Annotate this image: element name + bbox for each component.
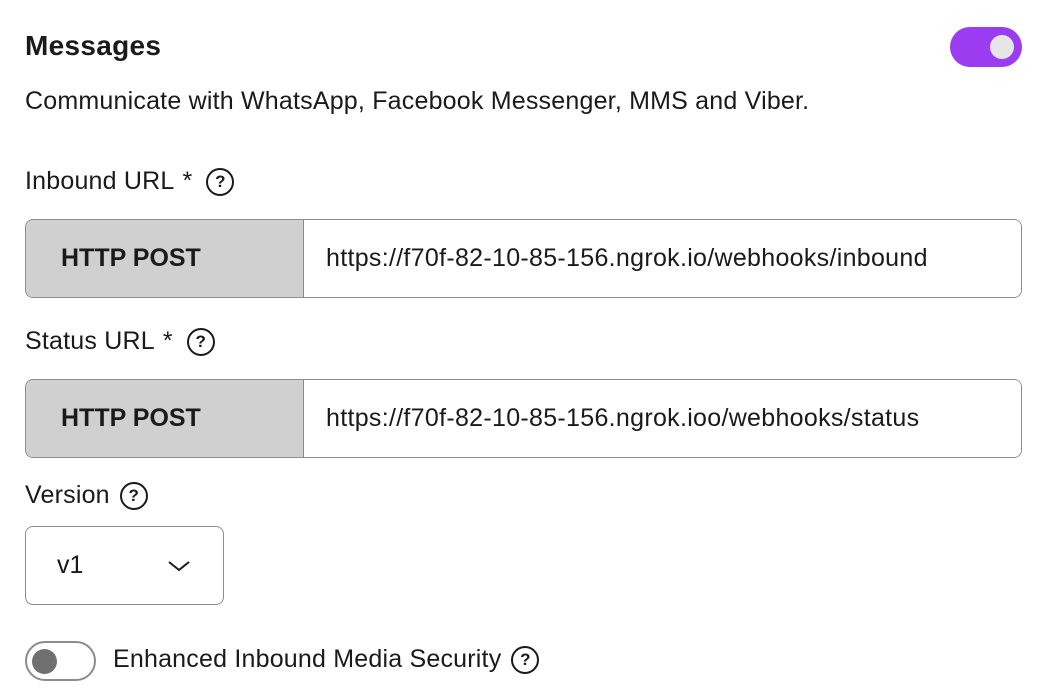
section-description: Communicate with WhatsApp, Facebook Mess… xyxy=(25,87,810,115)
inbound-method-selector[interactable]: HTTP POST xyxy=(26,220,304,297)
enhanced-security-toggle[interactable] xyxy=(25,641,96,681)
help-icon[interactable]: ? xyxy=(186,327,215,356)
status-url-input[interactable] xyxy=(304,380,1021,457)
toggle-knob xyxy=(32,649,57,674)
toggle-knob xyxy=(990,35,1014,59)
status-url-label-row: Status URL * ? xyxy=(25,327,215,356)
version-select[interactable]: v1 xyxy=(25,526,224,605)
help-icon[interactable]: ? xyxy=(511,645,540,674)
help-icon[interactable]: ? xyxy=(206,167,235,196)
enhanced-security-label-row: Enhanced Inbound Media Security ? xyxy=(113,645,540,674)
status-method-selector[interactable]: HTTP POST xyxy=(26,380,304,457)
version-selected-value: v1 xyxy=(57,551,84,579)
inbound-url-label: Inbound URL xyxy=(25,167,175,195)
status-url-group: HTTP POST xyxy=(25,379,1022,458)
help-icon[interactable]: ? xyxy=(119,481,148,510)
required-mark: * xyxy=(182,167,193,195)
status-url-label: Status URL xyxy=(25,327,155,355)
enhanced-security-label: Enhanced Inbound Media Security xyxy=(113,645,502,673)
required-mark: * xyxy=(162,327,173,355)
version-label: Version xyxy=(25,481,110,509)
inbound-url-input[interactable] xyxy=(304,220,1021,297)
chevron-down-icon xyxy=(168,560,190,571)
messages-toggle[interactable] xyxy=(950,27,1022,67)
inbound-url-label-row: Inbound URL * ? xyxy=(25,167,235,196)
inbound-url-group: HTTP POST xyxy=(25,219,1022,298)
version-label-row: Version ? xyxy=(25,481,148,510)
section-title: Messages xyxy=(25,30,162,61)
